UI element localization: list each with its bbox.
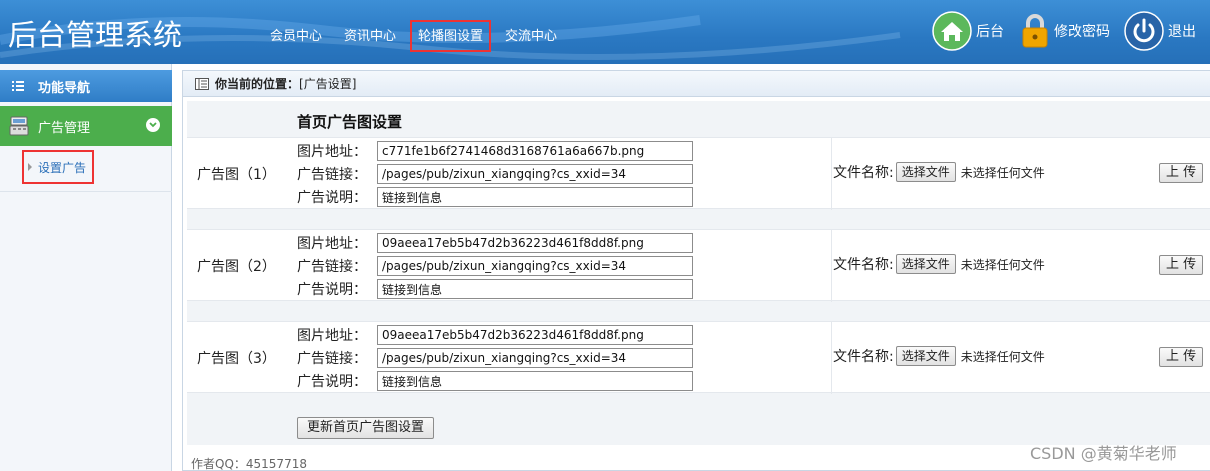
sidebar-heading: 功能导航 (0, 70, 172, 102)
breadcrumb: 你当前的位置： [广告设置] (183, 71, 1210, 97)
image-field: 图片地址： (297, 324, 693, 346)
chevron-down-icon[interactable] (146, 118, 160, 132)
link-input[interactable] (377, 348, 693, 368)
link-field: 广告链接： (297, 163, 693, 185)
nav-member-center[interactable]: 会员中心 (262, 20, 330, 52)
image-input[interactable] (377, 325, 693, 345)
author-footer: 作者QQ：45157718 (191, 457, 307, 471)
desc-input[interactable] (377, 187, 693, 207)
change-password-label: 修改密码 (1054, 24, 1110, 40)
image-label: 图片地址： (297, 144, 367, 160)
no-file-text: 未选择任何文件 (960, 349, 1045, 364)
main-panel: 你当前的位置： [广告设置] 首页广告图设置 广告图（1） 图片地址： 广告链接… (182, 70, 1210, 471)
choose-file-button[interactable]: 选择文件 (895, 346, 956, 366)
sidebar-item-set-ad[interactable]: 设置广告 (22, 150, 95, 184)
ad-settings-form: 首页广告图设置 广告图（1） 图片地址： 广告链接： 广告说明： 文件名称: 选… (187, 101, 1210, 445)
logout-button[interactable]: 退出 (1124, 10, 1196, 52)
upload-button[interactable]: 上 传 (1159, 255, 1204, 275)
power-icon (1124, 11, 1164, 51)
ad-label: 广告图（3） (197, 351, 276, 367)
home-icon (932, 11, 972, 51)
csdn-watermark: CSDN @黄菊华老师 (1030, 444, 1177, 463)
desc-label: 广告说明： (297, 374, 367, 390)
ad-row-3: 广告图（3） 图片地址： 广告链接： 广告说明： 文件名称: 选择文件 未选择任… (187, 321, 1210, 394)
file-label: 文件名称: (833, 349, 894, 365)
link-field: 广告链接： (297, 347, 693, 369)
column-divider (831, 138, 832, 210)
choose-file-button[interactable]: 选择文件 (895, 162, 956, 182)
top-header: 后台管理系统 会员中心 资讯中心 轮播图设置 交流中心 后台 修改密码 退出 (0, 0, 1210, 64)
sidebar-heading-label: 功能导航 (38, 80, 91, 96)
sidebar-divider (0, 191, 172, 192)
link-label: 广告链接： (297, 351, 367, 367)
book-icon (195, 77, 209, 90)
image-input[interactable] (377, 141, 693, 161)
nav-news-center[interactable]: 资讯中心 (336, 20, 404, 52)
image-field: 图片地址： (297, 140, 693, 162)
home-label: 后台 (976, 24, 1004, 40)
cashier-icon (9, 116, 29, 136)
no-file-text: 未选择任何文件 (960, 165, 1045, 180)
home-button[interactable]: 后台 (932, 10, 1004, 52)
column-divider (831, 322, 832, 394)
link-input[interactable] (377, 256, 693, 276)
column-divider (831, 230, 832, 302)
nav-carousel-settings[interactable]: 轮播图设置 (410, 20, 492, 52)
top-nav: 会员中心 资讯中心 轮播图设置 交流中心 (262, 20, 571, 52)
file-label: 文件名称: (833, 257, 894, 273)
section-title: 首页广告图设置 (297, 113, 403, 131)
system-title: 后台管理系统 (8, 18, 183, 52)
desc-input[interactable] (377, 279, 693, 299)
ad-row-1: 广告图（1） 图片地址： 广告链接： 广告说明： 文件名称: 选择文件 未选择任… (187, 137, 1210, 210)
caret-right-icon (28, 163, 32, 171)
image-label: 图片地址： (297, 236, 367, 252)
update-ad-settings-button[interactable]: 更新首页广告图设置 (297, 417, 435, 439)
image-input[interactable] (377, 233, 693, 253)
desc-label: 广告说明： (297, 282, 367, 298)
file-label: 文件名称: (833, 165, 894, 181)
breadcrumb-current: [广告设置] (299, 77, 357, 91)
link-label: 广告链接： (297, 259, 367, 275)
nav-exchange-center[interactable]: 交流中心 (497, 20, 565, 52)
sidebar-group-ad-management[interactable]: 广告管理 (0, 106, 172, 146)
lock-icon (1020, 11, 1050, 51)
ad-label: 广告图（2） (197, 259, 276, 275)
breadcrumb-prefix: 你当前的位置： (215, 77, 300, 91)
link-field: 广告链接： (297, 255, 693, 277)
file-picker: 文件名称: 选择文件 未选择任何文件 (833, 254, 1045, 274)
sidebar: 功能导航 广告管理 设置广告 (0, 64, 172, 471)
no-file-text: 未选择任何文件 (960, 257, 1045, 272)
desc-input[interactable] (377, 371, 693, 391)
upload-button[interactable]: 上 传 (1159, 347, 1204, 367)
desc-label: 广告说明： (297, 190, 367, 206)
image-label: 图片地址： (297, 328, 367, 344)
sidebar-item-label: 设置广告 (38, 160, 87, 175)
link-input[interactable] (377, 164, 693, 184)
link-label: 广告链接： (297, 167, 367, 183)
ad-row-2: 广告图（2） 图片地址： 广告链接： 广告说明： 文件名称: 选择文件 未选择任… (187, 229, 1210, 302)
desc-field: 广告说明： (297, 186, 693, 208)
change-password-button[interactable]: 修改密码 (1020, 10, 1110, 52)
file-picker: 文件名称: 选择文件 未选择任何文件 (833, 162, 1045, 182)
choose-file-button[interactable]: 选择文件 (895, 254, 956, 274)
sidebar-group-label: 广告管理 (38, 120, 91, 136)
upload-button[interactable]: 上 传 (1159, 163, 1204, 183)
logout-label: 退出 (1168, 24, 1196, 40)
list-icon (12, 81, 24, 91)
ad-label: 广告图（1） (197, 167, 276, 183)
image-field: 图片地址： (297, 232, 693, 254)
desc-field: 广告说明： (297, 278, 693, 300)
file-picker: 文件名称: 选择文件 未选择任何文件 (833, 346, 1045, 366)
desc-field: 广告说明： (297, 370, 693, 392)
